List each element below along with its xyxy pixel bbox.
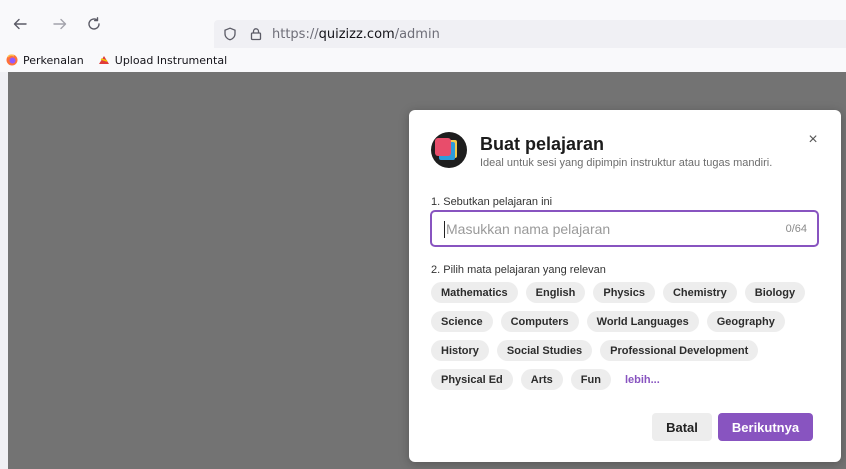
url-prefix: https://: [272, 26, 319, 42]
subject-chip-geography[interactable]: Geography: [706, 311, 785, 332]
subject-chip-social-studies[interactable]: Social Studies: [496, 340, 593, 361]
text-caret: [444, 221, 445, 238]
firefox-icon: [6, 54, 18, 66]
subject-chip-world-languages[interactable]: World Languages: [586, 311, 699, 332]
bookmarks-bar: Perkenalan Upload Instrumental: [0, 48, 846, 72]
close-icon[interactable]: ×: [805, 132, 821, 148]
subject-chip-fun[interactable]: Fun: [570, 369, 611, 390]
more-subjects-link[interactable]: lebih...: [619, 369, 666, 390]
url-bar[interactable]: https://quizizz.com/admin: [214, 20, 846, 48]
subject-chip-arts[interactable]: Arts: [520, 369, 563, 390]
reload-icon[interactable]: [82, 12, 106, 36]
dialog-subtitle: Ideal untuk sesi yang dipimpin instruktu…: [480, 157, 773, 169]
lesson-name-label: 1. Sebutkan pelajaran ini: [431, 196, 553, 208]
bookmark-label: Perkenalan: [23, 53, 84, 67]
subject-chip-science[interactable]: Science: [431, 311, 493, 332]
lesson-name-field[interactable]: 0/64: [430, 210, 819, 247]
create-lesson-dialog: Buat pelajaran Ideal untuk sesi yang dip…: [409, 110, 841, 462]
browser-toolbar: https://quizizz.com/admin: [0, 0, 846, 48]
back-arrow-icon[interactable]: [8, 12, 32, 36]
bookmark-upload-instrumental[interactable]: Upload Instrumental: [98, 54, 227, 67]
bookmark-favicon: [98, 54, 110, 66]
subject-chip-history[interactable]: History: [431, 340, 489, 361]
subject-chip-chemistry[interactable]: Chemistry: [662, 282, 737, 303]
cancel-button[interactable]: Batal: [652, 413, 712, 441]
subject-chip-list: Mathematics English Physics Chemistry Bi…: [431, 282, 831, 390]
url-domain: quizizz.com: [318, 26, 395, 42]
dialog-title: Buat pelajaran: [480, 134, 605, 154]
subject-chip-computers[interactable]: Computers: [500, 311, 579, 332]
subject-chip-physics[interactable]: Physics: [593, 282, 655, 303]
lesson-logo-icon: [431, 132, 467, 168]
bookmark-label: Upload Instrumental: [114, 53, 228, 67]
lock-icon[interactable]: [246, 24, 266, 44]
url-path: /admin: [394, 26, 440, 42]
forward-arrow-icon[interactable]: [48, 12, 72, 36]
character-counter: 0/64: [785, 222, 807, 235]
lesson-name-input[interactable]: [444, 219, 786, 238]
bookmark-perkenalan[interactable]: Perkenalan: [6, 54, 84, 67]
next-button[interactable]: Berikutnya: [718, 413, 813, 441]
subject-chip-physical-ed[interactable]: Physical Ed: [431, 369, 513, 390]
subject-label: 2. Pilih mata pelajaran yang relevan: [431, 264, 606, 276]
subject-chip-professional-development[interactable]: Professional Development: [600, 340, 759, 361]
subject-chip-biology[interactable]: Biology: [744, 282, 806, 303]
shield-icon[interactable]: [220, 24, 240, 44]
subject-chip-english[interactable]: English: [525, 282, 586, 303]
subject-chip-mathematics[interactable]: Mathematics: [431, 282, 518, 303]
url-text[interactable]: https://quizizz.com/admin: [272, 27, 440, 42]
